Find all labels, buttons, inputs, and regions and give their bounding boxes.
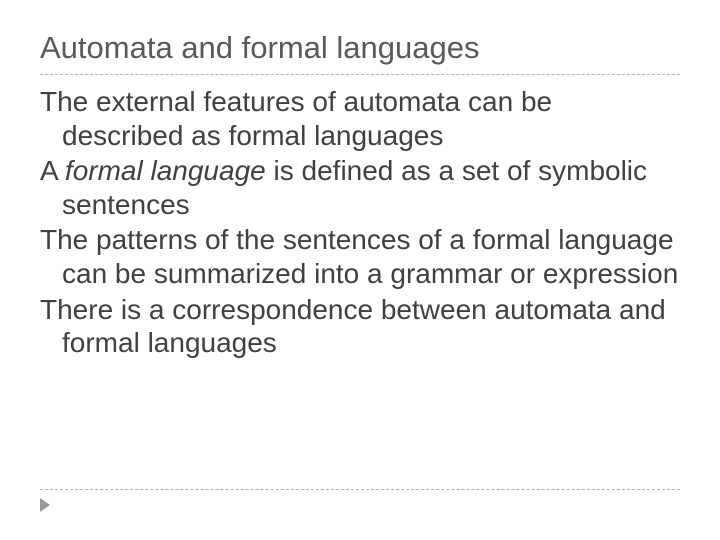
paragraph-3: The patterns of the sentences of a forma… xyxy=(40,223,680,290)
p2-italic: formal language xyxy=(65,155,266,186)
p2-prefix: A xyxy=(40,155,65,186)
paragraph-4: There is a correspondence between automa… xyxy=(40,293,680,360)
arrow-right-icon xyxy=(40,498,50,512)
slide-body: The external features of automata can be… xyxy=(40,85,680,360)
slide: Automata and formal languages The extern… xyxy=(0,0,720,540)
paragraph-2: A formal language is defined as a set of… xyxy=(40,154,680,221)
footer-divider xyxy=(40,489,680,490)
paragraph-1: The external features of automata can be… xyxy=(40,85,680,152)
slide-title: Automata and formal languages xyxy=(40,30,680,75)
